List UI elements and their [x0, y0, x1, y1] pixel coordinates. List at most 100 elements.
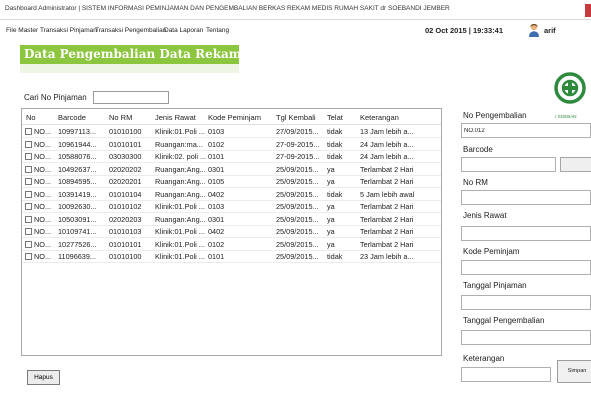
- cell-no-rm: 01010101: [109, 139, 142, 149]
- search-input[interactable]: [93, 91, 169, 104]
- cell-kode-peminjam: 0402: [208, 227, 225, 236]
- cell-kode-peminjam: 0101: [208, 152, 225, 161]
- cell-telat: ya: [327, 164, 335, 174]
- column-header-no[interactable]: No: [26, 113, 36, 122]
- column-header-telat[interactable]: Telat: [327, 113, 343, 122]
- row-checkbox[interactable]: [25, 228, 32, 235]
- cell-no: NO...: [34, 127, 52, 136]
- column-header-tgl-kembali[interactable]: Tgl Kembali: [276, 113, 316, 122]
- row-checkbox[interactable]: [25, 153, 32, 160]
- cell-no-rm: 01010101: [109, 239, 142, 249]
- cell-keterangan: 13 Jam lebih a...: [360, 127, 414, 136]
- cell-barcode: 10492637...: [58, 164, 97, 174]
- menu-transaksi-pengembalian[interactable]: Transaksi Pengembalian: [95, 27, 166, 34]
- cell-keterangan: Terlambat 2 Hari: [360, 164, 414, 174]
- table-header: No Barcode No RM Jenis Rawat Kode Peminj…: [22, 109, 441, 125]
- keterangan-field[interactable]: [461, 367, 551, 382]
- cell-keterangan: Terlambat 2 Hari: [360, 177, 414, 186]
- row-checkbox[interactable]: [25, 253, 32, 260]
- menu-tentang[interactable]: Tentang: [206, 27, 229, 34]
- cell-no-rm: 02020202: [109, 164, 142, 174]
- cell-kode-peminjam: 0301: [208, 164, 225, 174]
- cell-barcode: 10277526...: [58, 239, 97, 249]
- row-checkbox[interactable]: [25, 190, 32, 198]
- table-row[interactable]: NO... 10997113... 01010100 Klinik:01.Poli .…: [22, 126, 441, 138]
- cell-no: NO...: [34, 239, 52, 249]
- table-row[interactable]: NO... 10961944... 01010101 Ruangan:ma... 010…: [22, 139, 441, 151]
- table-row[interactable]: NO... 10492637... 02020202 Ruangan:Ang... 03…: [22, 164, 441, 176]
- cell-telat: ya: [327, 177, 335, 186]
- cell-no-rm: 02020201: [109, 177, 142, 186]
- row-checkbox[interactable]: [25, 128, 32, 135]
- label-tanggal-pinjaman: Tanggal Pinjaman: [463, 281, 527, 290]
- page-title: Data Pengembalian Data Rekam Medis: [24, 47, 287, 61]
- table-row[interactable]: NO... 10277526... 01010101 Klinik:01.Poli .…: [22, 239, 441, 251]
- table-row[interactable]: NO... 10894595... 02020201 Ruangan:Ang... 01…: [22, 176, 441, 188]
- cell-no: NO...: [34, 214, 52, 224]
- delete-button[interactable]: Hapus: [27, 370, 60, 385]
- user-avatar-icon: [529, 23, 539, 37]
- cell-tgl-kembali: 25/09/2015...: [276, 252, 319, 261]
- row-checkbox[interactable]: [25, 178, 32, 185]
- cell-jenis-rawat: Klinik:02. poli ...: [155, 152, 207, 161]
- column-header-barcode[interactable]: Barcode: [58, 113, 86, 122]
- cell-jenis-rawat: Ruangan:Ang...: [155, 214, 206, 224]
- label-tanggal-pengembalian: Tanggal Pengembalian: [463, 316, 545, 325]
- menu-file-master[interactable]: File Master: [6, 27, 38, 34]
- window-title: Dashboard Administrator | SISTEM INFORMA…: [5, 5, 450, 12]
- kode-peminjam-field[interactable]: [461, 260, 591, 275]
- cell-jenis-rawat: Klinik:01.Poli ...: [155, 227, 205, 236]
- cell-keterangan: Terlambat 2 Hari: [360, 227, 414, 236]
- tanggal-pinjaman-field[interactable]: [461, 295, 591, 310]
- row-checkbox[interactable]: [25, 215, 32, 223]
- save-button[interactable]: Simpan: [557, 360, 591, 383]
- no-pengembalian-field[interactable]: [461, 123, 591, 138]
- barcode-button[interactable]: [560, 157, 591, 172]
- table-row[interactable]: NO... 11096639... 01010100 Klinik:01.Poli .…: [22, 251, 441, 263]
- row-checkbox[interactable]: [25, 203, 32, 210]
- cell-keterangan: 23 Jam lebih a...: [360, 252, 414, 261]
- label-jenis-rawat: Jenis Rawat: [463, 211, 507, 220]
- cell-jenis-rawat: Ruangan:Ang...: [155, 164, 206, 174]
- cell-tgl-kembali: 27-09-2015...: [276, 152, 320, 161]
- cell-jenis-rawat: Ruangan:Ang...: [155, 189, 206, 199]
- column-header-keterangan[interactable]: Keterangan: [360, 113, 399, 122]
- cell-keterangan: Terlambat 2 Hari: [360, 202, 414, 211]
- cell-kode-peminjam: 0102: [208, 239, 225, 249]
- cell-no-rm: 03030300: [109, 152, 142, 161]
- table-row[interactable]: NO... 10588076... 03030300 Klinik:02. poli …: [22, 151, 441, 163]
- datetime-display: 02 Oct 2015 | 19:33:41: [425, 26, 503, 35]
- cell-no: NO...: [34, 139, 52, 149]
- menu-data-laporan[interactable]: Data Laporan: [164, 27, 203, 34]
- cell-keterangan: Terlambat 2 Hari: [360, 239, 414, 249]
- header-underline: [20, 64, 239, 73]
- table-row[interactable]: NO... 10109741... 01010103 Klinik:01.Poli .…: [22, 226, 441, 238]
- label-keterangan: Keterangan: [463, 354, 505, 363]
- cell-jenis-rawat: Klinik:01.Poli ...: [155, 202, 205, 211]
- row-checkbox[interactable]: [25, 165, 32, 173]
- cell-barcode: 10503091...: [58, 214, 97, 224]
- cell-barcode: 10894595...: [58, 177, 97, 186]
- no-rm-field[interactable]: [461, 190, 591, 205]
- row-checkbox[interactable]: [25, 240, 32, 248]
- menu-transaksi-pinjaman[interactable]: Transaksi Pinjaman: [40, 27, 97, 34]
- table-row[interactable]: NO... 10503091... 02020203 Ruangan:Ang... 03…: [22, 214, 441, 226]
- table-row[interactable]: NO... 10092630... 01010102 Klinik:01.Poli .…: [22, 201, 441, 213]
- cell-no: NO...: [34, 202, 52, 211]
- column-header-jenis-rawat[interactable]: Jenis Rawat: [155, 113, 196, 122]
- table-row[interactable]: NO... 10391419... 01010104 Ruangan:Ang... 04…: [22, 189, 441, 201]
- close-icon[interactable]: [585, 4, 591, 17]
- cell-barcode: 10997113...: [58, 127, 97, 136]
- tanggal-pengembalian-field[interactable]: [461, 330, 591, 345]
- cell-tgl-kembali: 25/09/2015...: [276, 227, 319, 236]
- column-header-kode-peminjam[interactable]: Kode Peminjam: [208, 113, 261, 122]
- label-barcode: Barcode: [463, 145, 493, 154]
- cell-no: NO...: [34, 177, 52, 186]
- cell-tgl-kembali: 25/09/2015...: [276, 164, 319, 174]
- barcode-field[interactable]: [461, 157, 556, 172]
- cell-no-rm: 01010102: [109, 202, 142, 211]
- column-header-no-rm[interactable]: No RM: [109, 113, 132, 122]
- row-checkbox[interactable]: [25, 140, 32, 148]
- jenis-rawat-field[interactable]: [461, 226, 591, 241]
- cell-no-rm: 01010104: [109, 189, 142, 199]
